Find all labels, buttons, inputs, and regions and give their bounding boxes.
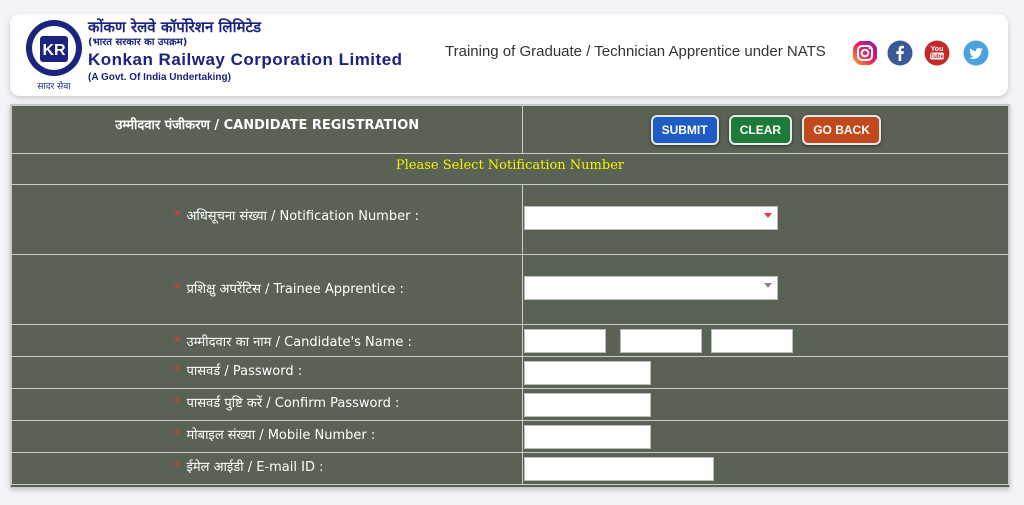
confirm-password-label-cell: * पासवर्ड पुष्टि करें / Confirm Password … [10, 388, 524, 421]
clear-button[interactable]: CLEAR [728, 114, 793, 145]
confirm-password-input-cell [522, 388, 1009, 421]
site-header: KR कोंकण रेल सादर सेवा कोंकण रेलवे कॉर्प… [10, 14, 1008, 96]
password-label-cell: * पासवर्ड / Password : [10, 356, 524, 389]
required-mark: * [174, 427, 181, 443]
form-title: उम्मीदवार पंजीकरण / CANDIDATE REGISTRATI… [10, 105, 524, 154]
required-mark: * [174, 281, 181, 297]
trainee-input-cell [522, 254, 1009, 325]
notice-text: Please Select Notification Number [395, 157, 625, 173]
password-input-cell [522, 356, 1009, 389]
notice-message: Please Select Notification Number [11, 153, 1009, 185]
email-label: ईमेल आईडी / E-mail ID : [186, 459, 324, 475]
trainee-apprentice-label: प्रशिक्षु अपरेंटिस / Trainee Apprentice … [186, 281, 404, 297]
notification-number-label: अधिसूचना संख्या / Notification Number : [186, 208, 419, 224]
org-subtitle-english: (A Govt. Of India Undertaking) [88, 72, 231, 83]
youtube-icon[interactable]: You Tube [924, 40, 950, 66]
last-name-input[interactable] [710, 328, 793, 353]
org-subtitle-hindi: (भारत सरकार का उपक्रम) [88, 37, 188, 48]
organization-name-block: कोंकण रेलवे कॉर्पोरेशन लिमिटेड (भारत सरक… [88, 18, 428, 84]
chevron-down-icon [764, 282, 773, 288]
mobile-number-label: मोबाइल संख्या / Mobile Number : [186, 427, 376, 443]
page-tagline: Training of Graduate / Technician Appren… [445, 43, 826, 60]
name-input-cell [522, 324, 1009, 357]
twitter-icon[interactable] [963, 40, 989, 66]
registration-panel: उम्मीदवार पंजीकरण / CANDIDATE REGISTRATI… [10, 104, 1010, 488]
form-title-text: उम्मीदवार पंजीकरण / CANDIDATE REGISTRATI… [115, 117, 420, 133]
org-name-english: Konkan Railway Corporation Limited [88, 50, 403, 69]
email-input[interactable] [524, 456, 715, 481]
instagram-icon[interactable] [852, 40, 878, 66]
logo-letters: KR [42, 42, 66, 59]
trainee-apprentice-select[interactable] [524, 275, 779, 300]
chevron-down-icon [764, 212, 773, 218]
svg-text:You: You [931, 46, 944, 53]
required-mark: * [174, 459, 181, 475]
name-label-cell: * उम्मीदवार का नाम / Candidate's Name : [10, 324, 524, 357]
trainee-label-cell: * प्रशिक्षु अपरेंटिस / Trainee Apprentice… [10, 254, 524, 325]
logo-motto: सादर सेवा [37, 80, 71, 92]
middle-name-input[interactable] [619, 328, 702, 353]
logo-top-text: कोंकण रेल [44, 27, 64, 34]
mobile-number-input[interactable] [524, 424, 652, 449]
required-mark: * [174, 334, 181, 350]
password-input[interactable] [524, 360, 652, 385]
notification-input-cell [522, 184, 1009, 255]
registration-form: उम्मीदवार पंजीकरण / CANDIDATE REGISTRATI… [10, 105, 1009, 485]
go-back-button[interactable]: GO BACK [802, 114, 881, 145]
submit-button[interactable]: SUBMIT [650, 114, 719, 145]
konkan-railway-logo: KR कोंकण रेल सादर सेवा [26, 20, 82, 92]
mobile-label-cell: * मोबाइल संख्या / Mobile Number : [10, 420, 524, 453]
confirm-password-label: पासवर्ड पुष्टि करें / Confirm Password : [186, 395, 400, 411]
email-input-cell [522, 452, 1009, 485]
password-label: पासवर्ड / Password : [186, 363, 303, 379]
required-mark: * [174, 395, 181, 411]
confirm-password-input[interactable] [524, 392, 652, 417]
required-mark: * [174, 208, 181, 224]
svg-text:Tube: Tube [930, 54, 945, 60]
first-name-input[interactable] [524, 328, 607, 353]
action-buttons: SUBMIT CLEAR GO BACK [522, 105, 1009, 154]
notification-label-cell: * अधिसूचना संख्या / Notification Number : [10, 184, 524, 255]
required-mark: * [174, 363, 181, 379]
email-label-cell: * ईमेल आईडी / E-mail ID : [10, 452, 524, 485]
mobile-input-cell [522, 420, 1009, 453]
facebook-icon[interactable] [887, 40, 913, 66]
candidate-name-label: उम्मीदवार का नाम / Candidate's Name : [186, 334, 412, 350]
org-name-hindi: कोंकण रेलवे कॉर्पोरेशन लिमिटेड [88, 18, 262, 36]
notification-number-select[interactable] [524, 205, 779, 230]
